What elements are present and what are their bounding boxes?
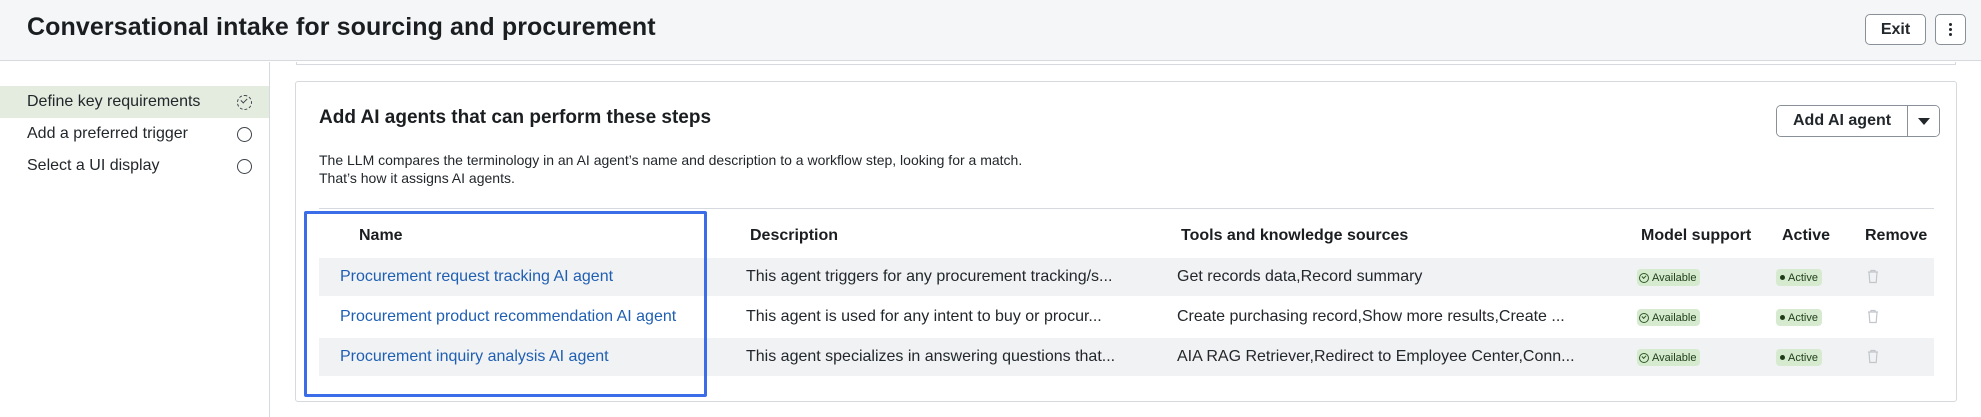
card-description-line: The LLM compares the terminology in an A… <box>319 152 1023 168</box>
active-status-badge: Active <box>1776 269 1822 286</box>
more-options-button[interactable] <box>1935 14 1966 45</box>
column-header-tools[interactable]: Tools and knowledge sources <box>1181 227 1408 245</box>
step-not-started-icon <box>237 159 252 174</box>
check-circle-icon <box>1639 312 1649 323</box>
agent-tools: Get records data,Record summary <box>1177 268 1423 285</box>
column-header-active[interactable]: Active <box>1782 227 1830 245</box>
column-header-remove: Remove <box>1865 227 1928 244</box>
agent-description: This agent specializes in answering ques… <box>746 348 1116 365</box>
add-ai-agent-split-button: Add AI agent <box>1776 105 1941 137</box>
sidebar-item-label: Select a UI display <box>27 157 160 174</box>
active-status-badge: Active <box>1776 349 1822 366</box>
badge-label: Available <box>1652 351 1697 364</box>
sidebar-item-define-key-requirements[interactable]: Define key requirements <box>0 86 269 118</box>
badge-label: Available <box>1652 311 1697 324</box>
exit-button[interactable]: Exit <box>1865 14 1926 45</box>
column-header-description[interactable]: Description <box>750 227 838 245</box>
badge-label: Available <box>1652 271 1697 284</box>
agent-tools: Create purchasing record,Show more resul… <box>1177 308 1565 325</box>
steps-sidebar: Define key requirements Add a preferred … <box>0 62 270 417</box>
step-in-progress-icon <box>237 95 252 110</box>
agent-description: This agent triggers for any procurement … <box>746 268 1113 285</box>
previous-section-edge <box>296 62 1956 65</box>
check-circle-icon <box>1639 352 1649 363</box>
name-column-highlight <box>304 211 707 397</box>
status-dot-icon <box>1780 355 1785 360</box>
page-header: Conversational intake for sourcing and p… <box>0 0 1981 61</box>
card-description-line: That’s how it assigns AI agents. <box>319 170 515 186</box>
card-description: The LLM compares the terminology in an A… <box>319 151 1219 187</box>
sidebar-item-add-preferred-trigger[interactable]: Add a preferred trigger <box>0 118 269 150</box>
model-support-badge: Available <box>1637 349 1701 366</box>
trash-icon[interactable] <box>1867 349 1879 364</box>
badge-label: Active <box>1788 351 1818 364</box>
add-ai-agent-button[interactable]: Add AI agent <box>1777 106 1909 136</box>
check-circle-icon <box>1639 272 1649 283</box>
step-not-started-icon <box>237 127 252 142</box>
sidebar-item-label: Define key requirements <box>27 93 201 110</box>
more-vertical-icon <box>1949 23 1952 36</box>
column-header-model-support[interactable]: Model support <box>1641 227 1751 245</box>
badge-label: Active <box>1788 271 1818 284</box>
model-support-badge: Available <box>1637 309 1701 326</box>
caret-down-icon <box>1917 117 1930 125</box>
status-dot-icon <box>1780 275 1785 280</box>
sidebar-item-label: Add a preferred trigger <box>27 125 188 142</box>
status-dot-icon <box>1780 315 1785 320</box>
add-ai-agent-dropdown-button[interactable] <box>1908 106 1940 136</box>
page-title: Conversational intake for sourcing and p… <box>27 13 656 41</box>
agent-tools: AIA RAG Retriever,Redirect to Employee C… <box>1177 348 1575 365</box>
badge-label: Active <box>1788 311 1818 324</box>
trash-icon[interactable] <box>1867 269 1879 284</box>
card-title: Add AI agents that can perform these ste… <box>319 107 712 128</box>
model-support-badge: Available <box>1637 269 1701 286</box>
sidebar-item-select-ui-display[interactable]: Select a UI display <box>0 150 269 182</box>
agent-description: This agent is used for any intent to buy… <box>746 308 1102 325</box>
trash-icon[interactable] <box>1867 309 1879 324</box>
table-divider <box>319 208 1934 209</box>
active-status-badge: Active <box>1776 309 1822 326</box>
